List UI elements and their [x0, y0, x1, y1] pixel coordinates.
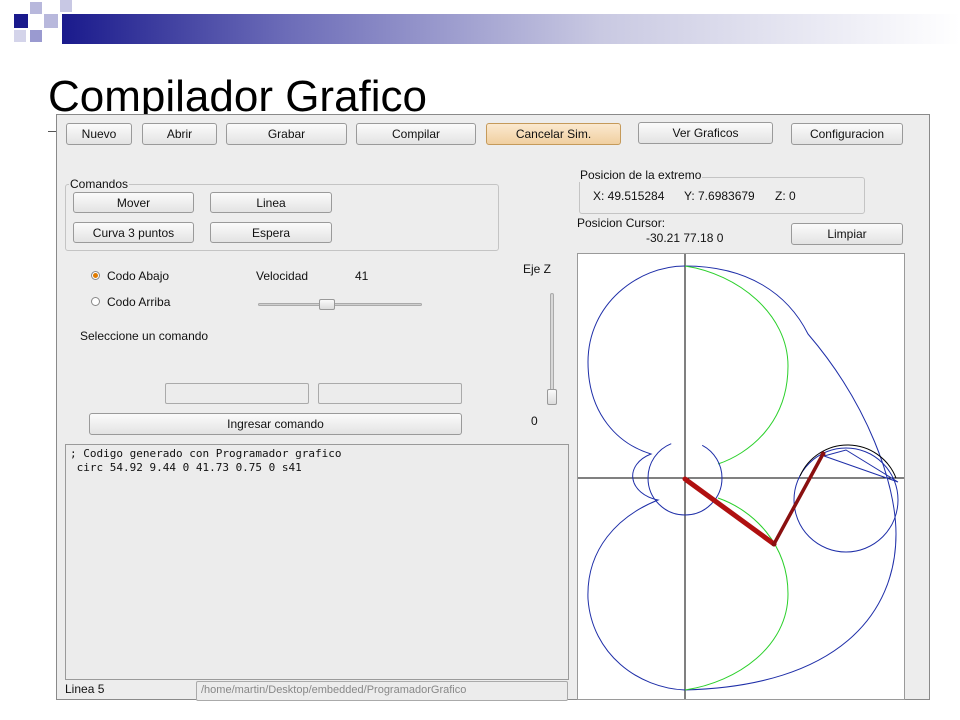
eje-z-label: Eje Z [523, 262, 552, 276]
codo-arriba-radio[interactable] [91, 297, 100, 306]
ver-graficos-button[interactable]: Ver Graficos [638, 122, 773, 144]
velocidad-slider-track [258, 303, 422, 306]
limpiar-button[interactable]: Limpiar [791, 223, 903, 245]
codo-abajo-radio[interactable] [91, 271, 100, 280]
compilar-button[interactable]: Compilar [356, 123, 476, 145]
comandos-title: Comandos [69, 177, 130, 191]
eje-z-slider[interactable] [547, 293, 557, 405]
simulation-canvas[interactable] [577, 253, 905, 700]
eje-z-value: 0 [531, 414, 538, 428]
deco-square-light [30, 2, 42, 14]
linea-button[interactable]: Linea [210, 192, 332, 213]
param-field-2[interactable] [318, 383, 462, 404]
velocidad-label: Velocidad [256, 269, 309, 283]
file-path-text: /home/martin/Desktop/embedded/Programado… [201, 684, 467, 696]
arm-link-2 [772, 452, 825, 546]
mover-button[interactable]: Mover [73, 192, 194, 213]
file-path-field: /home/martin/Desktop/embedded/Programado… [196, 681, 568, 701]
velocidad-slider-handle[interactable] [319, 299, 335, 310]
posicion-extremo-title: Posicion de la extremo [579, 168, 703, 182]
extremo-y-value: Y: 7.6983679 [684, 189, 754, 203]
codo-arriba-label: Codo Arriba [107, 295, 171, 309]
espera-button[interactable]: Espera [210, 222, 332, 243]
eje-z-slider-handle[interactable] [547, 389, 557, 405]
codo-abajo-label: Codo Abajo [107, 269, 170, 283]
deco-square-light [14, 30, 26, 42]
curva-3-puntos-button[interactable]: Curva 3 puntos [73, 222, 194, 243]
grabar-button[interactable]: Grabar [226, 123, 347, 145]
code-editor[interactable]: ; Codigo generado con Programador grafic… [65, 444, 569, 680]
extremo-x-value: X: 49.515284 [593, 189, 665, 203]
extremo-z-value: Z: 0 [775, 189, 796, 203]
command-prompt-text: Seleccione un comando [80, 329, 209, 343]
deco-square-dark [14, 14, 28, 28]
deco-square-light [44, 14, 58, 28]
app-window: Nuevo Abrir Grabar Compilar Cancelar Sim… [56, 114, 930, 701]
configuracion-button[interactable]: Configuracion [791, 123, 903, 145]
ingresar-comando-button[interactable]: Ingresar comando [89, 413, 462, 435]
robot-arm-plot [578, 254, 904, 699]
nuevo-button[interactable]: Nuevo [66, 123, 132, 145]
inner-arc-lower [684, 497, 789, 691]
arm-tip [820, 451, 826, 457]
arm-link-1 [682, 476, 777, 547]
header-banner [62, 14, 960, 44]
posicion-cursor-value: -30.21 77.18 0 [646, 231, 724, 245]
line-indicator: Linea 5 [65, 682, 105, 696]
abrir-button[interactable]: Abrir [142, 123, 217, 145]
arm-joint [771, 541, 777, 547]
editor-line: ; Codigo generado con Programador grafic… [70, 447, 342, 460]
cancelar-simulacion-button[interactable]: Cancelar Sim. [486, 123, 621, 145]
inner-arc-upper [684, 265, 789, 465]
velocidad-slider[interactable] [258, 299, 422, 311]
deco-square-mid [30, 30, 42, 42]
velocidad-value: 41 [355, 269, 369, 283]
param-field-1[interactable] [165, 383, 309, 404]
posicion-cursor-label: Posicion Cursor: [577, 216, 666, 230]
editor-line: circ 54.92 9.44 0 41.73 0.75 0 s41 [70, 461, 302, 474]
deco-square-light [60, 0, 72, 12]
